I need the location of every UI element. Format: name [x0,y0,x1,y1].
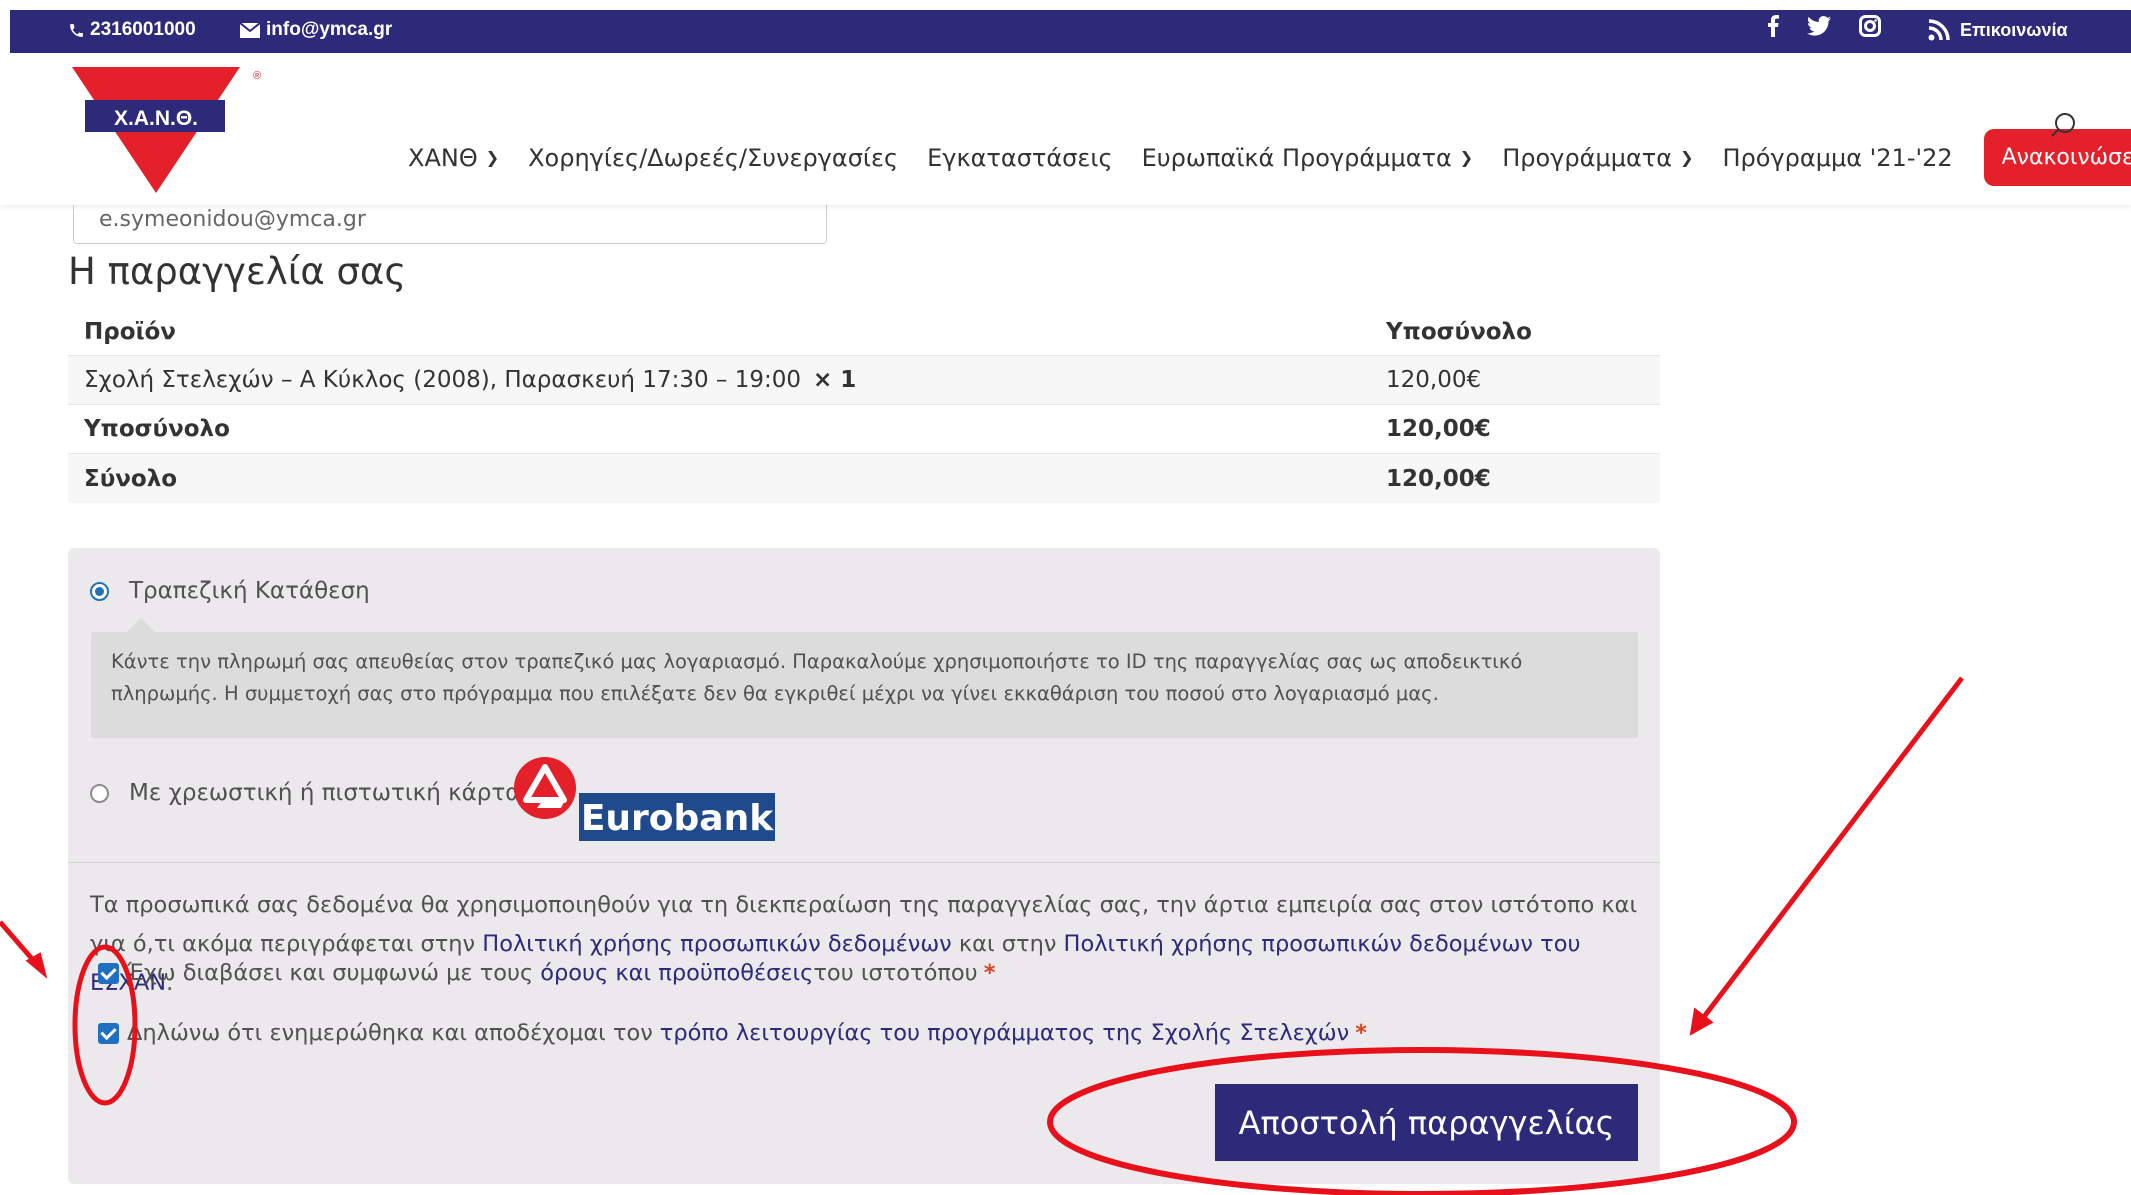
declaration-text: Δηλώνω ότι ενημερώθηκα και αποδέχομαι το… [127,1020,653,1046]
table-row: Σχολή Στελεχών – Α Κύκλος (2008), Παρασκ… [68,356,1660,405]
facebook-icon[interactable] [1767,15,1779,37]
required-marker: * [1355,1020,1367,1046]
order-table: Προϊόν Υποσύνολο Σχολή Στελεχών – Α Κύκλ… [68,308,1660,503]
left-arrow-line [0,920,42,970]
nav-label: Εγκαταστάσεις [927,143,1113,172]
declaration-row: Δηλώνω ότι ενημερώθηκα και αποδέχομαι το… [98,1020,1367,1046]
column-subtotal: Υποσύνολο [1386,318,1532,345]
privacy-policy-link[interactable]: Πολιτική χρήσης προσωπικών δεδομένων [482,931,951,957]
social-links [1767,15,1881,37]
place-order-button[interactable]: Αποστολή παραγγελίας [1215,1084,1638,1161]
declaration-link[interactable]: τρόπο λειτουργίας του προγράμματος της Σ… [660,1020,1349,1046]
nav-label: Ευρωπαϊκά Προγράμματα [1141,143,1452,172]
nav-label: Χορηγίες/Δωρεές/Συνεργασίες [528,143,899,172]
total-value: 120,00€ [1386,465,1491,492]
right-arrow-line [1698,676,1964,1024]
nav-label: Πρόγραμμα '21-'22 [1722,143,1953,172]
product-price: 120,00€ [1386,367,1482,393]
right-arrowhead [1689,1007,1714,1036]
chevron-down-icon: ❯ [1459,148,1474,167]
email-field-value: e.symeonidou@ymca.gr [99,207,366,232]
nav-item-programs[interactable]: Προγράμματα ❯ [1502,144,1693,172]
chevron-down-icon: ❯ [1680,148,1694,167]
column-product: Προϊόν [84,318,176,345]
chevron-down-icon: ❯ [485,148,500,167]
instagram-icon[interactable] [1859,15,1881,37]
contact-link[interactable]: Επικοινωνία [1928,19,2068,41]
nav-item-sponsorships[interactable]: Χορηγίες/Δωρεές/Συνεργασίες [528,144,898,172]
nav-item-facilities[interactable]: Εγκαταστάσεις [927,144,1112,172]
nav-item-program-21-22[interactable]: Πρόγραμμα '21-'22 [1722,144,1952,172]
email-text: info@ymca.gr [266,19,393,40]
bank-transfer-radio[interactable] [90,581,109,601]
nav-label: ΧΑΝΘ [408,143,478,172]
eurobank-logo: Eurobank [514,757,775,841]
email-link[interactable]: info@ymca.gr [240,19,392,41]
card-label: Με χρεωστική ή πιστωτική κάρτα [129,780,521,806]
total-row: Σύνολο 120,00€ [68,454,1660,503]
rss-icon [1928,19,1950,41]
terms-link[interactable]: όρους και προϋποθέσεις [540,960,813,986]
payment-section: Τραπεζική Κατάθεση Κάντε την πληρωμή σας… [68,548,1660,1184]
table-header: Προϊόν Υποσύνολο [68,308,1660,356]
nav-item-european-programs[interactable]: Ευρωπαϊκά Προγράμματα ❯ [1142,144,1474,172]
card-radio[interactable] [90,783,109,803]
search-icon[interactable] [2050,111,2078,139]
declaration-checkbox[interactable] [98,1022,119,1044]
left-arrowhead [25,952,48,979]
privacy-text-2: και στην [951,931,1064,957]
subtotal-row: Υποσύνολο 120,00€ [68,405,1660,454]
divider [68,862,1660,863]
subtotal-label: Υποσύνολο [84,416,230,442]
registered-mark: ® [253,70,261,82]
phone-link[interactable]: 2316001000 [68,19,196,41]
top-bar: 2316001000 info@ymca.gr Επικοινωνία [10,10,2131,53]
terms-text: Έχω διαβάσει και συμφωνώ με τους [127,960,534,986]
required-marker: * [983,960,996,986]
product-qty: × 1 [813,367,857,393]
order-title: Η παραγγελία σας [68,250,407,293]
payment-option-card[interactable]: Με χρεωστική ή πιστωτική κάρτα [90,780,520,806]
logo-text: Χ.Α.Ν.Θ. [114,107,198,130]
mail-icon [240,22,260,38]
product-name: Σχολή Στελεχών – Α Κύκλος (2008), Παρασκ… [84,367,802,393]
nav-label: Προγράμματα [1502,143,1673,172]
bank-transfer-description: Κάντε την πληρωμή σας απευθείας στον τρα… [91,618,1638,738]
ymca-logo: Χ.Α.Ν.Θ. ® [72,67,261,193]
product-cell: Σχολή Στελεχών – Α Κύκλος (2008), Παρασκ… [84,367,1386,393]
phone-icon [70,23,83,37]
terms-row: Έχω διαβάσει και συμφωνώ με τους όρους κ… [98,960,995,986]
site-header: Χ.Α.Ν.Θ. ® ΧΑΝΘ ❯ Χορηγίες/Δωρεές/Συνεργα… [0,53,2131,205]
subtotal-value: 120,00€ [1386,416,1491,442]
payment-option-bank-transfer[interactable]: Τραπεζική Κατάθεση [90,578,370,604]
total-label: Σύνολο [84,465,178,492]
nav-item-xanth[interactable]: ΧΑΝΘ ❯ [408,144,499,172]
site-logo[interactable]: Χ.Α.Ν.Θ. ® [72,59,272,203]
main-nav: ΧΑΝΘ ❯ Χορηγίες/Δωρεές/Συνεργασίες Εγκατα… [408,129,2131,186]
terms-suffix: του ιστοτόπου [813,960,978,986]
bank-transfer-label: Τραπεζική Κατάθεση [129,578,370,604]
twitter-icon[interactable] [1807,16,1831,36]
contact-label: Επικοινωνία [1960,19,2068,40]
eurobank-logo-text: Eurobank [581,798,774,839]
phone-text: 2316001000 [90,19,196,40]
terms-checkbox[interactable] [98,962,119,984]
